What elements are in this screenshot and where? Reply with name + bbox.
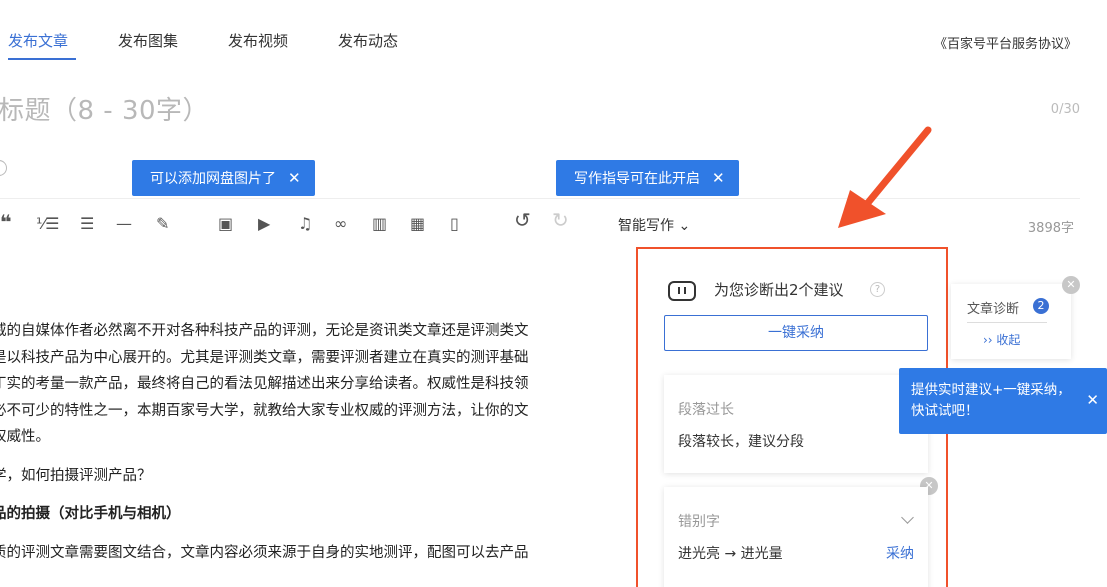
article-line: 丁实的考量一款产品，最终将自己的看法见解描述出来分享给读者。权威性是科技领 bbox=[0, 376, 529, 392]
adopt-all-button[interactable]: 一键采纳 bbox=[664, 315, 928, 351]
link-icon[interactable]: ∞ bbox=[334, 214, 347, 234]
audio-icon[interactable]: ♫ bbox=[298, 214, 312, 234]
title-input[interactable]: 标题（8 - 30字） bbox=[0, 90, 209, 127]
publish-tabs: 发布文章 发布图集 发布视频 发布动态 《百家号平台服务协议》 bbox=[0, 0, 1107, 62]
netdisk-tip-text: 可以添加网盘图片了 bbox=[150, 171, 276, 187]
diagnosis-divider bbox=[967, 322, 1047, 323]
article-line: 威的自媒体作者必然离不开对各种科技产品的评测，无论是资讯类文章还是评测类文 bbox=[0, 323, 529, 339]
suggestion-type: 段落过长 bbox=[678, 402, 734, 418]
close-icon[interactable]: ✕ bbox=[1086, 390, 1099, 411]
unordered-list-icon[interactable]: ☰ bbox=[80, 214, 94, 234]
annotation-arrow-icon bbox=[838, 126, 932, 228]
active-tab-underline bbox=[8, 58, 76, 60]
writing-guide-tip-text: 写作指导可在此开启 bbox=[574, 171, 700, 187]
tip-line: 快试试吧！ bbox=[911, 403, 979, 419]
clear-format-icon[interactable]: ✎ bbox=[156, 214, 169, 234]
undo-icon[interactable]: ↺ bbox=[514, 210, 531, 230]
article-paragraph: 质的评测文章需要图文结合，文章内容必须来源于自身的实地测评，配图可以去产品 bbox=[0, 544, 529, 561]
close-icon[interactable]: ✕ bbox=[288, 169, 301, 187]
article-line: 权威性。 bbox=[0, 429, 50, 445]
suggestion-card[interactable]: 段落过长 段落较长，建议分段 bbox=[664, 375, 928, 473]
smart-write-label: 智能写作 bbox=[618, 218, 674, 234]
diagnosis-count-badge: 2 bbox=[1033, 298, 1049, 314]
chevron-down-icon[interactable] bbox=[901, 511, 914, 524]
tip-line: 提供实时建议+一键采纳， bbox=[911, 382, 1071, 398]
robot-icon bbox=[668, 281, 696, 301]
image-icon[interactable]: ▣ bbox=[218, 214, 233, 234]
smart-write-dropdown[interactable]: 智能写作 ⌄ bbox=[618, 215, 690, 235]
close-icon[interactable]: ✕ bbox=[1062, 276, 1080, 294]
article-line: 必不可少的特性之一，本期百家号大学，就教给大家专业权威的评测方法，让你的文 bbox=[0, 402, 529, 419]
service-agreement-link[interactable]: 《百家号平台服务协议》 bbox=[934, 33, 1077, 52]
tab-gallery[interactable]: 发布图集 bbox=[118, 30, 178, 51]
divider-line-icon[interactable]: — bbox=[116, 214, 132, 234]
close-icon[interactable]: ✕ bbox=[712, 169, 725, 187]
redo-icon[interactable]: ↻ bbox=[552, 210, 569, 230]
tab-video[interactable]: 发布视频 bbox=[228, 30, 288, 51]
tab-article[interactable]: 发布文章 bbox=[8, 30, 68, 51]
article-line: 是以科技产品为中心展开的。尤其是评测类文章，需要评测者建立在真实的测评基础 bbox=[0, 349, 529, 366]
question-icon[interactable]: ? bbox=[870, 282, 885, 297]
realtime-suggestion-tip: 提供实时建议+一键采纳， 快试试吧！ ✕ bbox=[899, 368, 1107, 434]
book-icon[interactable]: ▯ bbox=[450, 214, 459, 234]
diagnosis-title: 文章诊断 bbox=[967, 302, 1020, 317]
chevron-down-icon: ⌄ bbox=[678, 218, 691, 234]
netdisk-tip: 可以添加网盘图片了 ✕ bbox=[132, 160, 315, 196]
suggestion-type: 错别字 bbox=[678, 514, 720, 530]
tab-dynamic[interactable]: 发布动态 bbox=[338, 30, 398, 51]
ordered-list-icon[interactable]: ⅟☰ bbox=[36, 214, 59, 234]
chart-icon[interactable]: ▥ bbox=[372, 214, 387, 234]
suggestion-card[interactable]: 错别字 进光亮 → 进光量 采纳 bbox=[664, 487, 928, 587]
suggestion-text: 进光亮 → 进光量 bbox=[678, 546, 783, 562]
article-body[interactable]: 威的自媒体作者必然离不开对各种科技产品的评测，无论是资讯类文章还是评测类文 是以… bbox=[0, 318, 620, 566]
quote-icon[interactable]: ❝ bbox=[0, 212, 12, 232]
title-char-count: 0/30 bbox=[1050, 102, 1080, 117]
word-count: 3898字 bbox=[1027, 221, 1074, 236]
table-icon[interactable]: ▦ bbox=[410, 214, 425, 234]
suggestion-text: 段落较长，建议分段 bbox=[678, 434, 804, 450]
article-heading: 品的拍摄（对比手机与相机） bbox=[0, 506, 181, 522]
video-icon[interactable]: ▶ bbox=[258, 214, 270, 234]
article-diagnosis-panel: 文章诊断 2 ›› 收起 bbox=[951, 284, 1071, 359]
collapse-button[interactable]: ›› 收起 bbox=[983, 331, 1020, 348]
help-icon[interactable] bbox=[0, 160, 7, 176]
article-question: 学，如何拍摄评测产品？ bbox=[0, 467, 152, 484]
panel-heading: 为您诊断出2个建议 bbox=[714, 281, 844, 299]
adopt-button[interactable]: 采纳 bbox=[886, 543, 914, 563]
writing-guide-tip: 写作指导可在此开启 ✕ bbox=[556, 160, 739, 196]
